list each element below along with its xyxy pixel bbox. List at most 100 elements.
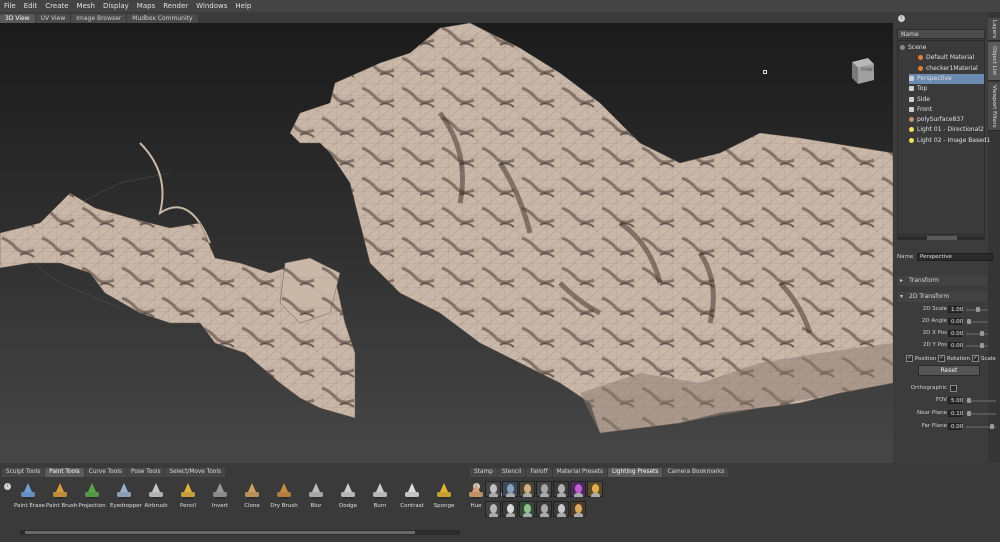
lighting-preset-thumbnail[interactable] bbox=[570, 501, 586, 517]
tab-3d-view[interactable]: 3D View bbox=[0, 14, 35, 23]
tab-paint-tools[interactable]: Paint Tools bbox=[45, 468, 84, 477]
name-field[interactable]: Perspective bbox=[917, 253, 993, 261]
transform2d-section[interactable]: 2D Transform bbox=[897, 292, 987, 302]
transform-section[interactable]: Transform bbox=[897, 276, 987, 286]
tools-scroll-left-icon[interactable]: ‹ bbox=[4, 483, 11, 490]
tab-image-browser[interactable]: Image Browser bbox=[71, 14, 127, 23]
transform-value-field[interactable]: 1.00 bbox=[948, 306, 963, 313]
lighting-preset-thumbnail[interactable] bbox=[485, 481, 501, 497]
fov-field[interactable]: 5.00 bbox=[948, 397, 963, 404]
tool-airbrush[interactable]: Airbrush bbox=[142, 482, 170, 509]
tree-item[interactable]: Light 01 - Directional2 bbox=[909, 125, 984, 135]
tool-contrast[interactable]: Contrast bbox=[398, 482, 426, 509]
tree-item[interactable]: Side bbox=[909, 95, 984, 105]
tree-item[interactable]: Light 02 - Image Based1 bbox=[909, 136, 990, 146]
lighting-preset-thumbnail[interactable] bbox=[553, 481, 569, 497]
menu-file[interactable]: File bbox=[0, 2, 20, 10]
lighting-preset-thumbnail[interactable] bbox=[519, 481, 535, 497]
far-plane-knob[interactable] bbox=[990, 424, 994, 429]
tools-scrollbar[interactable] bbox=[20, 530, 460, 535]
menu-render[interactable]: Render bbox=[159, 2, 192, 10]
tab-camera-bookmarks[interactable]: Camera Bookmarks bbox=[663, 468, 729, 477]
tab-uv-view[interactable]: UV View bbox=[35, 14, 71, 23]
menu-help[interactable]: Help bbox=[231, 2, 255, 10]
tool-pencil[interactable]: Pencil bbox=[174, 482, 202, 509]
tree-item[interactable]: Scene bbox=[900, 43, 984, 53]
panel-toggle-icon[interactable]: › bbox=[898, 15, 905, 22]
near-plane-field[interactable]: 0.10 bbox=[948, 410, 963, 417]
menu-create[interactable]: Create bbox=[41, 2, 72, 10]
lighting-preset-thumbnail[interactable] bbox=[587, 481, 603, 497]
tab-stamp[interactable]: Stamp bbox=[470, 468, 497, 477]
checkbox-scale[interactable]: ✓ Scale bbox=[972, 355, 996, 362]
menu-edit[interactable]: Edit bbox=[20, 2, 42, 10]
tree-item[interactable]: polySurface837 bbox=[909, 115, 984, 125]
tree-item-label: Top bbox=[917, 85, 928, 93]
tool-paint-brush[interactable]: Paint Brush bbox=[46, 482, 78, 509]
near-plane-knob[interactable] bbox=[967, 411, 971, 416]
checkbox-position[interactable]: ✓ Position bbox=[906, 355, 936, 362]
lighting-preset-thumbnail[interactable] bbox=[536, 481, 552, 497]
tree-item[interactable]: Default Material bbox=[918, 53, 984, 63]
tab-curve-tools[interactable]: Curve Tools bbox=[84, 468, 126, 477]
menu-display[interactable]: Display bbox=[99, 2, 133, 10]
tree-item[interactable]: Top bbox=[909, 84, 984, 94]
transform-slider-knob[interactable] bbox=[980, 331, 984, 336]
tree-scrollbar[interactable] bbox=[897, 236, 985, 240]
tree-item[interactable]: Front bbox=[909, 105, 984, 115]
invert-icon bbox=[210, 482, 230, 500]
tab-object-list[interactable]: Object List bbox=[988, 42, 1000, 81]
viewcube[interactable]: FRONT bbox=[848, 56, 876, 86]
transform-slider[interactable] bbox=[966, 333, 988, 335]
transform-value-field[interactable]: 0.00 bbox=[948, 342, 963, 349]
tab-material-presets[interactable]: Material Presets bbox=[552, 468, 608, 477]
tab-falloff[interactable]: Falloff bbox=[526, 468, 552, 477]
tab-lighting-presets[interactable]: Lighting Presets bbox=[608, 468, 663, 477]
tool-blur[interactable]: Blur bbox=[302, 482, 330, 509]
tab-select-move-tools[interactable]: Select/Move Tools bbox=[165, 468, 225, 477]
object-list-header[interactable]: Name bbox=[897, 29, 985, 39]
reset-button[interactable]: Reset bbox=[918, 365, 980, 376]
menu-mesh[interactable]: Mesh bbox=[73, 2, 99, 10]
transform-slider-knob[interactable] bbox=[976, 307, 980, 312]
tool-sponge[interactable]: Sponge bbox=[430, 482, 458, 509]
menu-maps[interactable]: Maps bbox=[133, 2, 159, 10]
lighting-preset-thumbnail[interactable] bbox=[519, 501, 535, 517]
tool-label: Contrast bbox=[400, 503, 424, 509]
transform-value-field[interactable]: 0.00 bbox=[948, 330, 963, 337]
tab-layers[interactable]: Layers bbox=[988, 18, 1000, 41]
tree-item[interactable]: Perspective bbox=[909, 73, 984, 84]
tab-mudbox-community[interactable]: Mudbox Community bbox=[127, 14, 198, 23]
lighting-preset-thumbnail[interactable] bbox=[502, 501, 518, 517]
tool-invert[interactable]: Invert bbox=[206, 482, 234, 509]
tool-paint-erase[interactable]: Paint Erase bbox=[14, 482, 45, 509]
orthographic-checkbox[interactable] bbox=[950, 385, 957, 392]
tool-label: Paint Brush bbox=[46, 503, 78, 509]
tool-eyedropper[interactable]: Eyedropper bbox=[110, 482, 142, 509]
tool-projection[interactable]: Projection bbox=[78, 482, 106, 509]
checkbox-rotation[interactable]: ✓ Rotation bbox=[938, 355, 970, 362]
transform-slider-knob[interactable] bbox=[980, 343, 984, 348]
lighting-preset-thumbnail[interactable] bbox=[502, 481, 518, 497]
lighting-preset-thumbnail[interactable] bbox=[553, 501, 569, 517]
tab-viewport-filters[interactable]: Viewport Filters bbox=[988, 82, 1000, 131]
transform-slider-knob[interactable] bbox=[967, 319, 971, 324]
menu-windows[interactable]: Windows bbox=[192, 2, 231, 10]
3d-viewport[interactable]: FRONT bbox=[0, 23, 893, 463]
tab-stencil[interactable]: Stencil bbox=[497, 468, 526, 477]
far-plane-field[interactable]: 0.00 bbox=[948, 423, 963, 430]
lighting-preset-thumbnail[interactable] bbox=[536, 501, 552, 517]
lighting-preset-thumbnail[interactable] bbox=[570, 481, 586, 497]
transform-slider[interactable] bbox=[966, 345, 988, 347]
tool-dry-brush[interactable]: Dry Brush bbox=[270, 482, 298, 509]
tab-sculpt-tools[interactable]: Sculpt Tools bbox=[2, 468, 45, 477]
hue-icon bbox=[466, 482, 486, 500]
tool-burn[interactable]: Burn bbox=[366, 482, 394, 509]
tree-item[interactable]: checker1Material bbox=[918, 64, 984, 74]
tab-pose-tools[interactable]: Pose Tools bbox=[126, 468, 165, 477]
fov-knob[interactable] bbox=[967, 398, 971, 403]
tool-dodge[interactable]: Dodge bbox=[334, 482, 362, 509]
lighting-preset-thumbnail[interactable] bbox=[485, 501, 501, 517]
transform-value-field[interactable]: 0.00 bbox=[948, 318, 963, 325]
tool-clone[interactable]: Clone bbox=[238, 482, 266, 509]
